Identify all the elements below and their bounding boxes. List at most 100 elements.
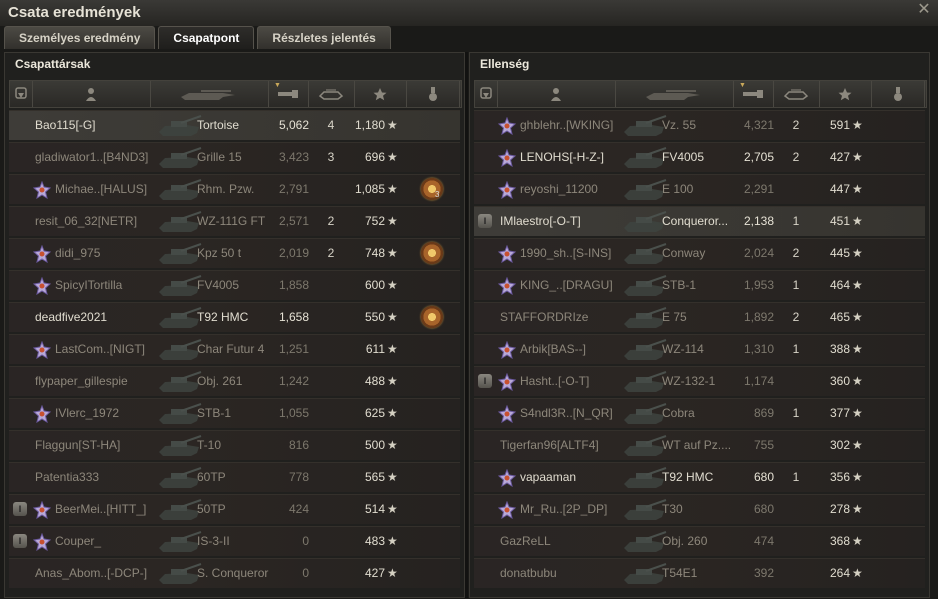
star-icon-header[interactable] — [819, 81, 872, 107]
sort-indicator-icon: ▼ — [739, 82, 746, 89]
table-row[interactable]: IVlerc_1972 STB-1 1,055 625 ★ — [9, 398, 460, 428]
player-name[interactable]: IMlaestro[-O-T] — [500, 207, 630, 236]
star-icon: ★ — [387, 342, 398, 356]
player-icon — [497, 81, 615, 107]
table-row[interactable]: LastCom..[NIGT] Char Futur 4 1,251 611 ★ — [9, 334, 460, 364]
damage-value: 680 — [753, 470, 774, 484]
table-row[interactable]: SpicyITortilla FV4005 1,858 600 ★ — [9, 270, 460, 300]
table-row[interactable]: Mr_Ru..[2P_DP] T30 680 278 ★ — [474, 494, 925, 524]
player-name[interactable]: Tigerfan96[ALTF4] — [500, 431, 630, 460]
damage-value: 2,024 — [743, 246, 774, 260]
kills-value — [321, 463, 341, 492]
clan-emblem-icon — [32, 244, 52, 264]
table-row[interactable]: gladiwator1..[B4ND3] Grille 15 3,423 3 696 ★ — [9, 142, 460, 172]
medal-column-icon — [406, 81, 459, 107]
tank-icon-header[interactable] — [150, 81, 269, 107]
damage-icon-header[interactable]: ▼ — [268, 81, 309, 107]
tab-team-score[interactable]: Csapatpont — [158, 26, 255, 49]
kills-value: 2 — [327, 214, 335, 228]
medal-icon[interactable] — [421, 242, 443, 264]
player-name[interactable]: GazReLL — [500, 527, 630, 556]
tank-name: T92 HMC — [197, 310, 249, 324]
tank-name: S. Conqueror — [197, 566, 269, 580]
player-name[interactable]: deadfive2021 — [35, 303, 165, 332]
allies-panel: Csapattársak ▼ Bao115[-G] Tortoise 5,062 4 1… — [4, 52, 465, 598]
table-row[interactable]: Michae..[HALUS] Rhm. Pzw. 2,791 1,085 ★ 3 — [9, 174, 460, 204]
damage-value: 778 — [288, 470, 309, 484]
medal-column-icon-header[interactable] — [871, 81, 925, 107]
table-row[interactable]: donatbubu T54E1 392 264 ★ — [474, 558, 925, 588]
xp-value: 447 — [829, 182, 850, 196]
table-row[interactable]: flypaper_gillespie Obj. 261 1,242 488 ★ — [9, 366, 460, 396]
damage-value: 5,062 — [278, 118, 309, 132]
tank-name: IS-3-II — [197, 534, 230, 548]
table-row[interactable]: Tigerfan96[ALTF4] WT auf Pz.... 755 302 ★ — [474, 430, 925, 460]
table-row[interactable]: I IMlaestro[-O-T] Conqueror... 2,138 1 451 ★ — [474, 206, 925, 236]
tab-detailed-report[interactable]: Részletes jelentés — [257, 26, 391, 49]
table-row[interactable]: 1990_sh..[S-INS] Conway 2,024 2 445 ★ — [474, 238, 925, 268]
kills-value: 1 — [792, 406, 800, 420]
player-name[interactable]: Flaggun[ST-HA] — [35, 431, 165, 460]
table-row[interactable]: Arbik[BAS--] WZ-114 1,310 1 388 ★ — [474, 334, 925, 364]
kills-icon-header[interactable] — [308, 81, 355, 107]
xp-value: 465 — [829, 310, 850, 324]
tank-icon — [150, 81, 268, 107]
player-name[interactable]: gladiwator1..[B4ND3] — [35, 143, 165, 172]
damage-icon-header[interactable]: ▼ — [733, 81, 774, 107]
table-row[interactable]: KING_..[DRAGU] STB-1 1,953 1 464 ★ — [474, 270, 925, 300]
star-icon: ★ — [387, 534, 398, 548]
table-row[interactable]: ghblehr..[WKING] Vz. 55 4,321 2 591 ★ — [474, 110, 925, 140]
medal-icon[interactable] — [421, 306, 443, 328]
player-name[interactable]: STAFFORDRIze — [500, 303, 630, 332]
clan-emblem-icon — [497, 180, 517, 200]
damage-value: 2,571 — [278, 214, 309, 228]
tank-icon-header[interactable] — [615, 81, 734, 107]
table-row[interactable]: I Hasht..[-O-T] WZ-132-1 1,174 360 ★ — [474, 366, 925, 396]
player-name[interactable]: flypaper_gillespie — [35, 367, 165, 396]
xp-value: 600 — [364, 278, 385, 292]
table-row[interactable]: Bao115[-G] Tortoise 5,062 4 1,180 ★ — [9, 110, 460, 140]
table-row[interactable]: STAFFORDRIze E 75 1,892 2 465 ★ — [474, 302, 925, 332]
table-row[interactable]: reyoshi_11200 E 100 2,291 447 ★ — [474, 174, 925, 204]
table-row[interactable]: GazReLL Obj. 260 474 368 ★ — [474, 526, 925, 556]
medal-icon[interactable] — [421, 178, 443, 200]
xp-value: 368 — [829, 534, 850, 548]
xp-value: 278 — [829, 502, 850, 516]
table-row[interactable]: Flaggun[ST-HA] T-10 816 500 ★ — [9, 430, 460, 460]
star-icon — [354, 81, 406, 107]
tank-name: WZ-114 — [662, 342, 704, 356]
table-row[interactable]: LENOHS[-H-Z-] FV4005 2,705 2 427 ★ — [474, 142, 925, 172]
star-icon: ★ — [387, 566, 398, 580]
allies-header: ▼ — [9, 80, 462, 108]
close-icon[interactable]: ✕ — [916, 2, 932, 18]
table-row[interactable]: Anas_Abom..[-DCP-] S. Conqueror 0 427 ★ — [9, 558, 460, 588]
clan-emblem-icon — [32, 180, 52, 200]
player-name[interactable]: donatbubu — [500, 559, 630, 588]
player-icon-header[interactable] — [497, 81, 616, 107]
medal-column-icon-header[interactable] — [406, 81, 460, 107]
player-name[interactable]: resit_06_32[NETR] — [35, 207, 165, 236]
table-row[interactable]: I BeerMei..[HITT_] 50TP 424 514 ★ — [9, 494, 460, 524]
tab-personal-result[interactable]: Személyes eredmény — [4, 26, 156, 49]
player-name[interactable]: Patentia333 — [35, 463, 165, 492]
table-row[interactable]: S4ndl3R..[N_QR] Cobra 869 1 377 ★ — [474, 398, 925, 428]
table-row[interactable]: vapaaman T92 HMC 680 1 356 ★ — [474, 462, 925, 492]
table-row[interactable]: didi_975 Kpz 50 t 2,019 2 748 ★ — [9, 238, 460, 268]
star-icon-header[interactable] — [354, 81, 407, 107]
squad-icon-header[interactable] — [10, 81, 33, 107]
tank-name: FV4005 — [662, 150, 705, 164]
player-icon-header[interactable] — [32, 81, 151, 107]
player-name[interactable]: Bao115[-G] — [35, 111, 165, 140]
tank-name: FV4005 — [197, 278, 240, 292]
star-icon: ★ — [852, 374, 863, 388]
tank-name: WT auf Pz.... — [662, 438, 732, 452]
damage-value: 424 — [288, 502, 309, 516]
table-row[interactable]: resit_06_32[NETR] WZ-111G FT 2,571 2 752 ★ — [9, 206, 460, 236]
squad-icon-header[interactable] — [475, 81, 498, 107]
xp-value: 427 — [829, 150, 850, 164]
table-row[interactable]: Patentia333 60TP 778 565 ★ — [9, 462, 460, 492]
player-name[interactable]: Anas_Abom..[-DCP-] — [35, 559, 165, 588]
table-row[interactable]: deadfive2021 T92 HMC 1,658 550 ★ — [9, 302, 460, 332]
kills-icon-header[interactable] — [773, 81, 820, 107]
table-row[interactable]: I Couper_ IS-3-II 0 483 ★ — [9, 526, 460, 556]
